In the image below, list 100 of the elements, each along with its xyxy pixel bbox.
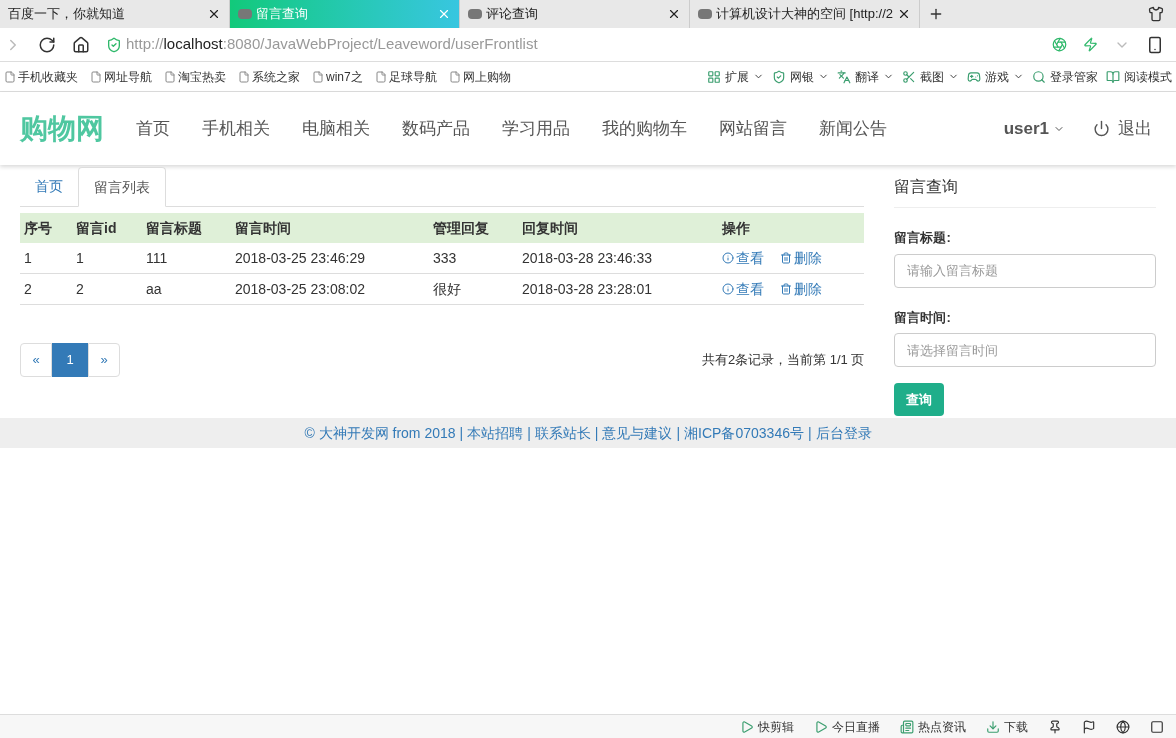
view-link[interactable]: 查看: [722, 247, 764, 269]
info-icon: [722, 283, 734, 295]
document-icon: [238, 70, 250, 83]
bookmark[interactable]: 网上购物: [448, 67, 511, 86]
field-label: 留言时间:: [894, 308, 952, 327]
table-cell-text: 2018-03-28 23:28:01: [521, 279, 653, 299]
globe-icon[interactable]: [1116, 719, 1130, 734]
toolbar-icon: [967, 69, 981, 84]
page-tab[interactable]: 首页: [20, 166, 78, 206]
nav-link[interactable]: 学习用品: [486, 115, 586, 142]
window-icon[interactable]: [1150, 719, 1164, 734]
page-number-button[interactable]: 1: [52, 343, 88, 377]
document-icon: [164, 70, 176, 83]
nav-link[interactable]: 手机相关: [186, 115, 286, 142]
shirt-icon[interactable]: [1148, 6, 1164, 22]
table-cell-text: 2: [75, 279, 85, 299]
bookmark[interactable]: 足球导航: [374, 67, 437, 86]
bookmark[interactable]: 淘宝热卖: [164, 67, 226, 86]
nav-link[interactable]: 电脑相关: [286, 115, 386, 142]
user-menu[interactable]: user1: [1003, 115, 1065, 142]
toolbar-icon: [772, 69, 786, 84]
document-icon: [90, 70, 102, 83]
aperture-icon[interactable]: [1052, 37, 1067, 52]
home-icon[interactable]: [72, 35, 90, 54]
document-icon: [4, 70, 16, 83]
next-page-button[interactable]: »: [88, 343, 120, 377]
logout-link[interactable]: 退出: [1093, 115, 1152, 142]
flag-icon[interactable]: [1082, 719, 1096, 734]
delete-link[interactable]: 删除: [780, 278, 822, 300]
bookmark[interactable]: 系统之家: [238, 67, 300, 86]
bookmark[interactable]: win7之: [312, 67, 363, 86]
status-item[interactable]: 快剪辑: [740, 717, 794, 736]
close-icon[interactable]: [667, 7, 681, 21]
nav-link[interactable]: 网站留言: [703, 115, 803, 142]
input-field[interactable]: 请输入留言标题: [894, 253, 1156, 288]
toolbar-item[interactable]: 扩展: [707, 67, 764, 86]
footer-link[interactable]: 联系站长: [534, 422, 591, 444]
close-icon[interactable]: [207, 7, 221, 21]
browser-tab[interactable]: 评论查询: [460, 0, 690, 28]
footer-link[interactable]: 本站招聘: [467, 422, 524, 444]
pin-icon[interactable]: [1048, 719, 1062, 734]
toolbar-item[interactable]: 网银: [772, 67, 829, 86]
status-icon: [900, 719, 914, 734]
browser-tab[interactable]: 计算机设计大神的空间 [http://2: [690, 0, 920, 28]
close-icon[interactable]: [897, 7, 911, 21]
status-item[interactable]: 热点资讯: [900, 717, 966, 736]
nav-link[interactable]: 首页: [120, 115, 186, 142]
record-summary: 共有2条记录，当前第 1/1 页: [701, 351, 865, 370]
footer-link[interactable]: 湘ICP备0703346号: [684, 422, 804, 444]
footer-link[interactable]: 意见与建议: [602, 422, 673, 444]
table-cell-text: 很好: [432, 279, 462, 299]
tab-title: 百度一下，你就知道: [8, 5, 126, 24]
document-icon: [448, 70, 461, 83]
status-item[interactable]: 下载: [986, 717, 1028, 736]
toolbar-icon: [707, 69, 721, 84]
separator: |: [594, 423, 599, 443]
delete-link[interactable]: 删除: [780, 247, 822, 269]
status-item[interactable]: 今日直播: [814, 717, 880, 736]
footer-link[interactable]: © 大神开发网 from 2018: [304, 422, 456, 444]
new-tab-icon[interactable]: [928, 6, 944, 22]
view-link[interactable]: 查看: [722, 278, 764, 300]
tab-title: 留言查询: [256, 5, 309, 24]
toolbar-item[interactable]: 阅读模式: [1106, 67, 1172, 86]
shield-icon: [106, 36, 122, 53]
table-cell-text: 333: [432, 248, 458, 268]
page-tab[interactable]: 留言列表: [78, 167, 166, 207]
nav-link[interactable]: 新闻公告: [803, 115, 903, 142]
table-cell-text: 1: [23, 248, 33, 268]
phone-icon[interactable]: [1146, 35, 1164, 54]
toolbar-item[interactable]: 翻译: [837, 67, 894, 86]
info-icon: [722, 252, 734, 264]
table-cell-text: 2018-03-25 23:08:02: [234, 279, 366, 299]
tab-title: 评论查询: [486, 5, 539, 24]
lightning-icon[interactable]: [1083, 37, 1098, 52]
power-icon: [1093, 120, 1110, 137]
toolbar-icon: [1032, 69, 1046, 84]
input-field[interactable]: 请选择留言时间: [894, 333, 1156, 367]
toolbar-item[interactable]: 截图: [902, 67, 959, 86]
nav-link[interactable]: 数码产品: [386, 115, 486, 142]
table-cell-text: 2018-03-25 23:46:29: [234, 248, 366, 268]
toolbar-item[interactable]: 登录管家: [1032, 67, 1098, 86]
table-cell-text: aa: [145, 279, 163, 299]
table-header: 序号 留言id 留言标题 留言时间 管理回复 回复时间 操作: [20, 213, 865, 243]
document-icon: [374, 70, 387, 83]
toolbar-icon: [902, 69, 916, 84]
field-label: 留言标题:: [894, 229, 952, 247]
bookmark[interactable]: 网址导航: [90, 67, 152, 86]
address-field[interactable]: http://localhost:8080/JavaWebProject/Leaveword/userFrontlist: [106, 33, 1036, 56]
table-cell-text: 2: [23, 279, 33, 299]
bookmark[interactable]: 手机收藏夹: [4, 67, 78, 86]
reload-icon[interactable]: [38, 35, 56, 54]
panel-title: 留言查询: [894, 167, 1156, 208]
footer-link[interactable]: 后台登录: [815, 422, 872, 444]
toolbar-item[interactable]: 游戏: [967, 67, 1024, 86]
separator: |: [527, 423, 531, 443]
document-icon: [312, 70, 324, 83]
status-icon: [740, 719, 754, 734]
status-icon: [814, 719, 828, 734]
nav-link[interactable]: 我的购物车: [586, 115, 703, 142]
table-cell-text: 1: [75, 248, 85, 268]
